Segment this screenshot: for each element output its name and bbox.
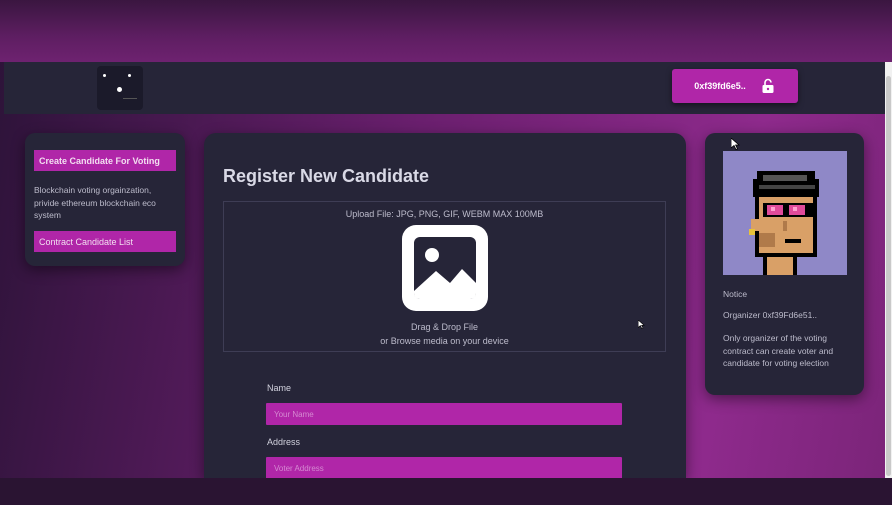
address-input[interactable] xyxy=(266,457,622,479)
name-label: Name xyxy=(267,383,292,393)
mouse-cursor-icon xyxy=(731,138,740,150)
notice-title: Notice xyxy=(723,289,748,299)
candidate-list-button[interactable]: Contract Candidate List xyxy=(34,231,176,252)
page-title: Register New Candidate xyxy=(223,166,430,186)
drag-drop-text: Drag & Drop File xyxy=(410,322,479,332)
sidebar-card: Create Candidate For Voting Blockchain v… xyxy=(25,133,185,266)
top-background-band xyxy=(0,0,892,62)
wallet-address: 0xf39fd6e5.. xyxy=(694,81,746,91)
image-icon xyxy=(402,225,488,311)
robot-face-logo-icon[interactable] xyxy=(97,66,143,110)
upload-label: Upload File: JPG, PNG, GIF, WEBM MAX 100… xyxy=(345,209,544,219)
sidebar-description: Blockchain voting orgainzation, privide … xyxy=(34,185,156,220)
organizer-address: Organizer 0xf39Fd6e51.. xyxy=(723,310,818,320)
notice-description: Only organizer of the voting contract ca… xyxy=(723,333,834,368)
file-dropzone[interactable]: Upload File: JPG, PNG, GIF, WEBM MAX 100… xyxy=(223,201,666,352)
unlock-icon xyxy=(762,78,774,93)
mouse-cursor-icon xyxy=(638,320,645,329)
wallet-address-button[interactable]: 0xf39fd6e5.. xyxy=(672,69,798,103)
page-scrollbar[interactable] xyxy=(885,62,892,478)
scrollbar-thumb[interactable] xyxy=(886,76,891,476)
browse-text: or Browse media on your device xyxy=(380,336,509,346)
address-label: Address xyxy=(267,437,301,447)
notice-card: Notice Organizer 0xf39Fd6e51.. Only orga… xyxy=(705,133,864,395)
navbar: 0xf39fd6e5.. xyxy=(4,62,886,114)
register-candidate-card: Register New Candidate Upload File: JPG,… xyxy=(204,133,686,479)
organizer-avatar xyxy=(723,151,847,275)
create-candidate-button[interactable]: Create Candidate For Voting xyxy=(34,150,176,171)
name-input[interactable] xyxy=(266,403,622,425)
bottom-background-band xyxy=(0,478,892,505)
